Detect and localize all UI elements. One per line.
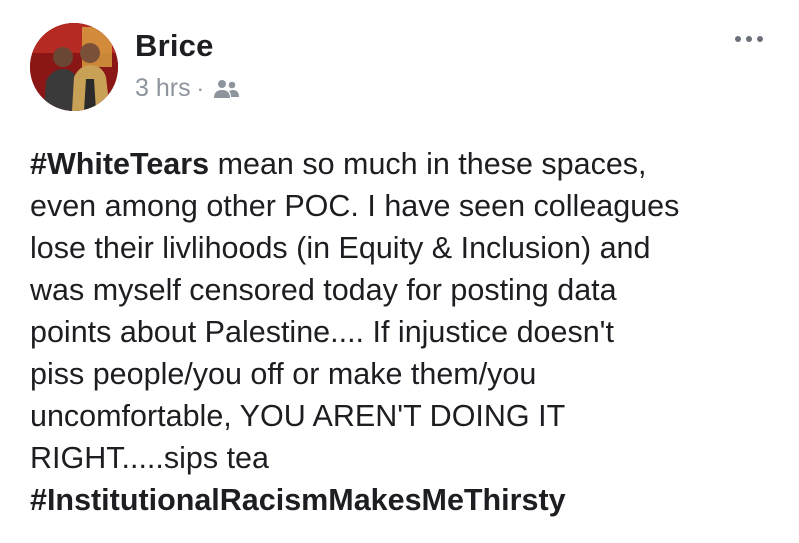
post-meta: 3 hrs · — [135, 74, 241, 103]
avatar-photo — [30, 23, 118, 111]
more-options-icon[interactable] — [735, 36, 763, 42]
post-timestamp[interactable]: 3 hrs — [135, 74, 191, 103]
post-body: #WhiteTears mean so much in these spaces… — [30, 143, 780, 521]
friends-icon[interactable] — [211, 78, 241, 100]
more-dot — [735, 36, 741, 42]
author-name[interactable]: Brice — [135, 28, 214, 64]
meta-separator: · — [196, 75, 204, 101]
post-text: mean so much in these spaces, even among… — [30, 147, 680, 475]
hashtag-white-tears[interactable]: #WhiteTears — [30, 147, 209, 181]
post-paragraph: #WhiteTears mean so much in these spaces… — [30, 143, 780, 479]
post-header: Brice 3 hrs · — [24, 20, 779, 116]
more-dot — [746, 36, 752, 42]
post-closing: #InstitutionalRacismMakesMeThirsty — [30, 479, 780, 521]
avatar[interactable] — [30, 23, 118, 111]
facebook-post: Brice 3 hrs · #WhiteTears mean so much i… — [0, 0, 799, 543]
hashtag-institutional-racism[interactable]: #InstitutionalRacismMakesMeThirsty — [30, 483, 566, 517]
more-dot — [757, 36, 763, 42]
